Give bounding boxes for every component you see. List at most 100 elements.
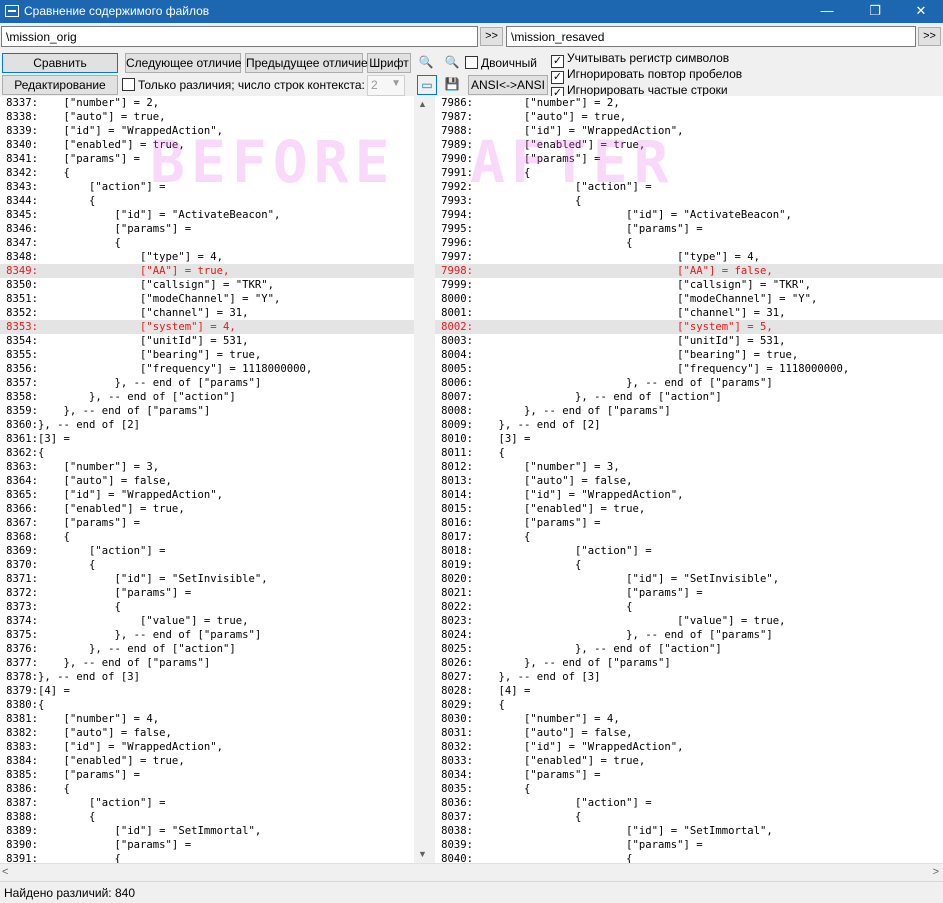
code-line[interactable]: 8366: ["enabled"] = true, xyxy=(0,502,414,516)
code-line[interactable]: 8034: ["params"] = xyxy=(435,768,943,782)
code-line[interactable]: 7994: ["id"] = "ActivateBeacon", xyxy=(435,208,943,222)
code-line[interactable]: 8346: ["params"] = xyxy=(0,222,414,236)
code-line[interactable]: 8011: { xyxy=(435,446,943,460)
code-line[interactable]: 8382: ["auto"] = false, xyxy=(0,726,414,740)
code-line[interactable]: 8352: ["channel"] = 31, xyxy=(0,306,414,320)
diff-line[interactable]: 8353: ["system"] = 4, xyxy=(0,320,414,334)
code-line[interactable]: 8007: }, -- end of ["action"] xyxy=(435,390,943,404)
view-icon[interactable]: ▭ xyxy=(417,75,437,95)
code-line[interactable]: 7987: ["auto"] = true, xyxy=(435,110,943,124)
code-line[interactable]: 8018: ["action"] = xyxy=(435,544,943,558)
code-line[interactable]: 8350: ["callsign"] = "TKR", xyxy=(0,278,414,292)
code-line[interactable]: 8388: { xyxy=(0,810,414,824)
code-line[interactable]: 8036: ["action"] = xyxy=(435,796,943,810)
code-line[interactable]: 8029: { xyxy=(435,698,943,712)
minimize-button[interactable]: — xyxy=(804,0,850,23)
code-line[interactable]: 8370: { xyxy=(0,558,414,572)
right-file-path-input[interactable] xyxy=(506,26,916,47)
code-line[interactable]: 8341: ["params"] = xyxy=(0,152,414,166)
code-line[interactable]: 8022: { xyxy=(435,600,943,614)
code-line[interactable]: 8369: ["action"] = xyxy=(0,544,414,558)
code-line[interactable]: 8038: ["id"] = "SetImmortal", xyxy=(435,824,943,838)
edit-button[interactable]: Редактирование xyxy=(2,75,118,95)
code-line[interactable]: 7989: ["enabled"] = true, xyxy=(435,138,943,152)
code-line[interactable]: 7996: { xyxy=(435,236,943,250)
scroll-down-icon[interactable]: ▼ xyxy=(414,846,431,863)
right-browse-button[interactable]: >> xyxy=(918,27,941,46)
code-line[interactable]: 8373: { xyxy=(0,600,414,614)
code-line[interactable]: 8040: { xyxy=(435,852,943,863)
code-line[interactable]: 7997: ["type"] = 4, xyxy=(435,250,943,264)
code-line[interactable]: 8356: ["frequency"] = 1118000000, xyxy=(0,362,414,376)
code-line[interactable]: 8368: { xyxy=(0,530,414,544)
code-line[interactable]: 8360:}, -- end of [2] xyxy=(0,418,414,432)
code-line[interactable]: 8367: ["params"] = xyxy=(0,516,414,530)
code-line[interactable]: 8348: ["type"] = 4, xyxy=(0,250,414,264)
code-line[interactable]: 8340: ["enabled"] = true, xyxy=(0,138,414,152)
code-line[interactable]: 8006: }, -- end of ["params"] xyxy=(435,376,943,390)
code-line[interactable]: 8384: ["enabled"] = true, xyxy=(0,754,414,768)
code-line[interactable]: 8354: ["unitId"] = 531, xyxy=(0,334,414,348)
code-line[interactable]: 8024: }, -- end of ["params"] xyxy=(435,628,943,642)
scroll-right-icon[interactable]: > xyxy=(933,864,939,880)
code-line[interactable]: 8372: ["params"] = xyxy=(0,586,414,600)
code-line[interactable]: 8003: ["unitId"] = 531, xyxy=(435,334,943,348)
code-line[interactable]: 8026: }, -- end of ["params"] xyxy=(435,656,943,670)
code-line[interactable]: 8364: ["auto"] = false, xyxy=(0,474,414,488)
code-line[interactable]: 8010: [3] = xyxy=(435,432,943,446)
match-case-checkbox[interactable]: ✓ Учитывать регистр символов xyxy=(551,51,729,68)
font-button[interactable]: Шрифт xyxy=(367,53,411,73)
code-line[interactable]: 8358: }, -- end of ["action"] xyxy=(0,390,414,404)
right-file-pane[interactable]: 7986: ["number"] = 2, 7987: ["auto"] = tr… xyxy=(435,96,943,863)
code-line[interactable]: 8351: ["modeChannel"] = "Y", xyxy=(0,292,414,306)
code-line[interactable]: 8014: ["id"] = "WrappedAction", xyxy=(435,488,943,502)
vertical-scrollbar[interactable]: ▲ ▼ xyxy=(414,96,431,863)
code-line[interactable]: 8365: ["id"] = "WrappedAction", xyxy=(0,488,414,502)
diff-line[interactable]: 7998: ["AA"] = false, xyxy=(435,264,943,278)
code-line[interactable]: 8361:[3] = xyxy=(0,432,414,446)
code-line[interactable]: 8017: { xyxy=(435,530,943,544)
code-line[interactable]: 8359: }, -- end of ["params"] xyxy=(0,404,414,418)
code-line[interactable]: 7993: { xyxy=(435,194,943,208)
code-line[interactable]: 8389: ["id"] = "SetImmortal", xyxy=(0,824,414,838)
code-line[interactable]: 7999: ["callsign"] = "TKR", xyxy=(435,278,943,292)
code-line[interactable]: 8013: ["auto"] = false, xyxy=(435,474,943,488)
binary-checkbox-box[interactable] xyxy=(465,56,478,69)
code-line[interactable]: 8004: ["bearing"] = true, xyxy=(435,348,943,362)
find-icon[interactable]: 🔍 xyxy=(416,53,436,73)
code-line[interactable]: 8357: }, -- end of ["params"] xyxy=(0,376,414,390)
code-line[interactable]: 8371: ["id"] = "SetInvisible", xyxy=(0,572,414,586)
code-line[interactable]: 8337: ["number"] = 2, xyxy=(0,96,414,110)
code-line[interactable]: 8005: ["frequency"] = 1118000000, xyxy=(435,362,943,376)
code-line[interactable]: 7991: { xyxy=(435,166,943,180)
code-line[interactable]: 8021: ["params"] = xyxy=(435,586,943,600)
code-line[interactable]: 8027: }, -- end of [3] xyxy=(435,670,943,684)
compare-button[interactable]: Сравнить xyxy=(2,53,118,73)
code-line[interactable]: 8355: ["bearing"] = true, xyxy=(0,348,414,362)
only-differences-checkbox-box[interactable] xyxy=(122,78,135,91)
code-line[interactable]: 7995: ["params"] = xyxy=(435,222,943,236)
ignore-spaces-checkbox[interactable]: ✓ Игнорировать повтор пробелов xyxy=(551,67,742,84)
code-line[interactable]: 7986: ["number"] = 2, xyxy=(435,96,943,110)
code-line[interactable]: 8376: }, -- end of ["action"] xyxy=(0,642,414,656)
code-line[interactable]: 8342: { xyxy=(0,166,414,180)
code-line[interactable]: 8015: ["enabled"] = true, xyxy=(435,502,943,516)
code-line[interactable]: 8020: ["id"] = "SetInvisible", xyxy=(435,572,943,586)
maximize-button[interactable]: ❐ xyxy=(852,0,898,23)
code-line[interactable]: 8000: ["modeChannel"] = "Y", xyxy=(435,292,943,306)
code-line[interactable]: 8035: { xyxy=(435,782,943,796)
code-line[interactable]: 8380:{ xyxy=(0,698,414,712)
code-line[interactable]: 8343: ["action"] = xyxy=(0,180,414,194)
code-line[interactable]: 8039: ["params"] = xyxy=(435,838,943,852)
code-line[interactable]: 8338: ["auto"] = true, xyxy=(0,110,414,124)
code-line[interactable]: 8025: }, -- end of ["action"] xyxy=(435,642,943,656)
scroll-up-icon[interactable]: ▲ xyxy=(414,96,431,113)
code-line[interactable]: 8383: ["id"] = "WrappedAction", xyxy=(0,740,414,754)
code-line[interactable]: 8381: ["number"] = 4, xyxy=(0,712,414,726)
code-line[interactable]: 8374: ["value"] = true, xyxy=(0,614,414,628)
code-line[interactable]: 8016: ["params"] = xyxy=(435,516,943,530)
code-line[interactable]: 8019: { xyxy=(435,558,943,572)
code-line[interactable]: 8375: }, -- end of ["params"] xyxy=(0,628,414,642)
code-line[interactable]: 8386: { xyxy=(0,782,414,796)
find-next-icon[interactable]: 🔍 xyxy=(442,53,462,73)
